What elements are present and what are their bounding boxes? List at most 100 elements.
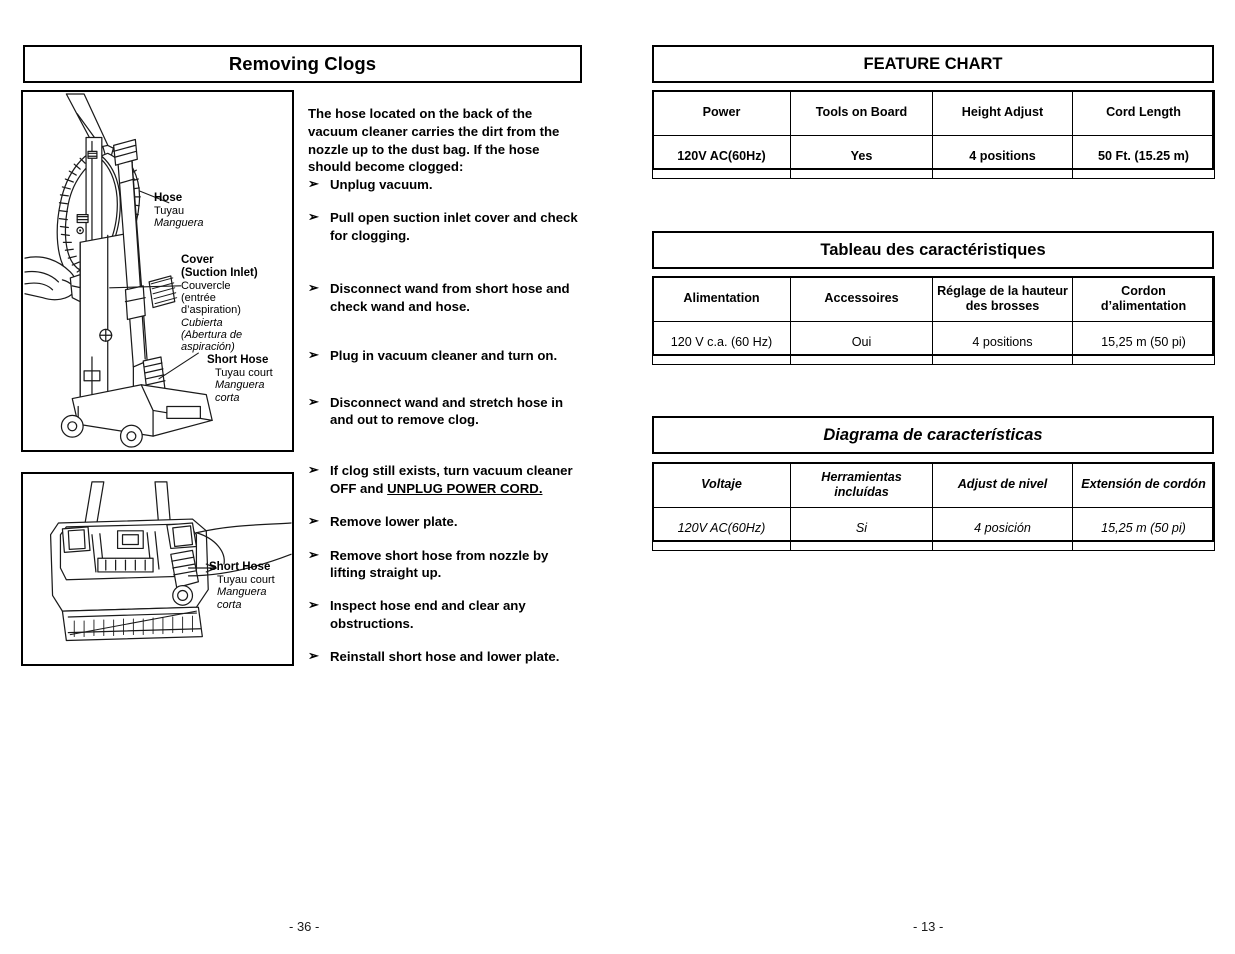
feature-chart-fr-title: Tableau des caractéristiques <box>820 240 1046 259</box>
callout-hose-fr: Tuyau <box>154 204 185 217</box>
callout-nozzle-short-hose: Short Hose Tuyau court Manguera corta <box>209 561 275 611</box>
intro-paragraph: The hose located on the back of the vacu… <box>308 106 560 175</box>
table-header-cell: Height Adjust <box>932 90 1073 136</box>
step-text: Pull open suction inlet cover and check … <box>330 210 578 243</box>
callout-nozzle-short-hose-en: Short Hose <box>209 561 271 573</box>
feature-chart-es-title-box: Diagrama de características <box>652 416 1214 454</box>
bullet-arrow-icon: ➢ <box>308 546 319 562</box>
callout-nozzle-short-hose-fr: Tuyau court <box>217 573 275 586</box>
step-text: Plug in vacuum cleaner and turn on. <box>330 348 558 364</box>
table-cell: 4 positions <box>932 321 1073 365</box>
table-header-cell: Voltaje <box>652 462 791 508</box>
bullet-arrow-icon: ➢ <box>308 280 319 296</box>
step-item: ➢ Unplug vacuum. <box>308 176 586 193</box>
page-number-left: - 36 - <box>289 919 320 934</box>
table-cell: 120V AC(60Hz) <box>652 135 791 179</box>
callout-hose: Hose Tuyau Manguera <box>154 192 204 230</box>
callout-nozzle-short-hose-es: Manguera <box>217 586 267 599</box>
feature-chart-fr-title-box: Tableau des caractéristiques <box>652 231 1214 269</box>
callout-hose-es: Manguera <box>154 217 204 230</box>
table-header-cell: Accessoires <box>790 276 933 322</box>
table-header-cell: Power <box>652 90 791 136</box>
callout-cover-es2: (Abertura de <box>181 329 243 341</box>
table-header-cell: Tools on Board <box>790 90 933 136</box>
section-header: Removing Clogs <box>23 45 582 83</box>
figure-nozzle: Short Hose Tuyau court Manguera corta <box>21 472 294 666</box>
callout-cover-en: Cover <box>181 254 214 266</box>
table-row: 120V AC(60Hz) Si 4 posición 15,25 m (50 … <box>652 507 1215 551</box>
table-header-cell: Alimentation <box>652 276 791 322</box>
step-item: ➢ Remove short hose from nozzle by lifti… <box>308 547 586 582</box>
table-row: 120 V c.a. (60 Hz) Oui 4 positions 15,25… <box>652 321 1215 365</box>
callout-hose-en: Hose <box>154 192 183 204</box>
page-number-right: - 13 - <box>913 919 944 934</box>
bullet-arrow-icon: ➢ <box>308 209 319 225</box>
step-text: Inspect hose end and clear any obstructi… <box>330 598 526 631</box>
figure-upright-vacuum: Hose Tuyau Manguera Cover (Suction Inlet… <box>21 90 294 452</box>
step-text-underlined: UNPLUG POWER CORD. <box>387 480 543 496</box>
callout-nozzle-short-hose-es2: corta <box>217 598 242 611</box>
feature-chart-fr-table: Alimentation Accessoires Réglage de la h… <box>652 276 1215 365</box>
callout-cover-fr3: d’aspiration) <box>181 304 241 317</box>
table-cell: 50 Ft. (15.25 m) <box>1072 135 1215 179</box>
table-cell: 120 V c.a. (60 Hz) <box>652 321 791 365</box>
table-header-cell: Cord Length <box>1072 90 1215 136</box>
callout-cover-fr2: (entrée <box>181 292 216 305</box>
callout-short-hose: Short Hose Tuyau court Manguera corta <box>207 354 273 404</box>
feature-chart-en-title-box: FEATURE CHART <box>652 45 1214 83</box>
bullet-arrow-icon: ➢ <box>308 393 319 409</box>
table-header-row: Power Tools on Board Height Adjust Cord … <box>652 90 1215 136</box>
callout-short-hose-es: Manguera <box>215 379 265 392</box>
steps-list: ➢ Unplug vacuum. ➢ Pull open suction inl… <box>308 176 586 666</box>
table-cell: 15,25 m (50 pi) <box>1072 321 1215 365</box>
table-header-cell: Adjust de nivel <box>932 462 1073 508</box>
table-header-cell: Réglage de la hauteur des brosses <box>932 276 1073 322</box>
step-item: ➢ Reinstall short hose and lower plate. <box>308 648 586 665</box>
table-cell: Yes <box>790 135 933 179</box>
callout-cover-es: Cubierta <box>181 316 223 329</box>
step-item: ➢ If clog still exists, turn vacuum clea… <box>308 462 586 497</box>
step-item: ➢ Disconnect wand from short hose and ch… <box>308 280 586 315</box>
step-item: ➢ Disconnect wand and stretch hose in an… <box>308 394 586 429</box>
step-item: ➢ Remove lower plate. <box>308 513 586 530</box>
bullet-arrow-icon: ➢ <box>308 347 319 363</box>
bullet-arrow-icon: ➢ <box>308 597 319 613</box>
bullet-arrow-icon: ➢ <box>308 648 319 664</box>
page-title: Removing Clogs <box>228 53 377 74</box>
table-header-cell: Cordon d’alimentation <box>1072 276 1215 322</box>
feature-chart-en-title: FEATURE CHART <box>863 54 1003 73</box>
callout-cover-en2: (Suction Inlet) <box>181 266 258 279</box>
callout-short-hose-fr: Tuyau court <box>215 366 273 379</box>
step-item: ➢ Pull open suction inlet cover and chec… <box>308 209 586 244</box>
table-header-row: Voltaje Herramientas incluídas Adjust de… <box>652 462 1215 508</box>
table-cell: 120V AC(60Hz) <box>652 507 791 551</box>
step-item: ➢ Plug in vacuum cleaner and turn on. <box>308 347 586 364</box>
table-header-cell: Extensión de cordón <box>1072 462 1215 508</box>
feature-chart-en-table: Power Tools on Board Height Adjust Cord … <box>652 90 1215 179</box>
table-row: 120V AC(60Hz) Yes 4 positions 50 Ft. (15… <box>652 135 1215 179</box>
callout-cover-fr: Couvercle <box>181 279 231 292</box>
step-text: Unplug vacuum. <box>330 177 433 192</box>
step-text: Remove lower plate. <box>330 514 458 530</box>
feature-chart-es-title: Diagrama de características <box>823 425 1043 444</box>
table-cell: Oui <box>790 321 933 365</box>
table-cell: Si <box>790 507 933 551</box>
table-cell: 15,25 m (50 pi) <box>1072 507 1215 551</box>
step-text: Remove short hose from nozzle by lifting… <box>330 547 549 581</box>
table-header-cell: Herramientas incluídas <box>790 462 933 508</box>
step-text: Reinstall short hose and lower plate. <box>330 649 560 665</box>
feature-chart-es-table: Voltaje Herramientas incluídas Adjust de… <box>652 462 1215 551</box>
bullet-arrow-icon: ➢ <box>308 176 319 191</box>
table-cell: 4 positions <box>932 135 1073 179</box>
step-text: Disconnect wand and stretch hose in and … <box>330 394 564 427</box>
step-text: Disconnect wand from short hose and chec… <box>330 281 570 314</box>
callout-short-hose-en: Short Hose <box>207 354 269 366</box>
bullet-arrow-icon: ➢ <box>308 513 319 529</box>
callout-short-hose-es2: corta <box>215 391 240 404</box>
callout-cover-suction-inlet: Cover (Suction Inlet) Couvercle (entrée … <box>181 254 258 354</box>
table-header-row: Alimentation Accessoires Réglage de la h… <box>652 276 1215 322</box>
table-cell: 4 posición <box>932 507 1073 551</box>
callout-cover-es3: aspiración) <box>181 341 235 354</box>
bullet-arrow-icon: ➢ <box>308 462 319 478</box>
step-item: ➢ Inspect hose end and clear any obstruc… <box>308 597 586 632</box>
